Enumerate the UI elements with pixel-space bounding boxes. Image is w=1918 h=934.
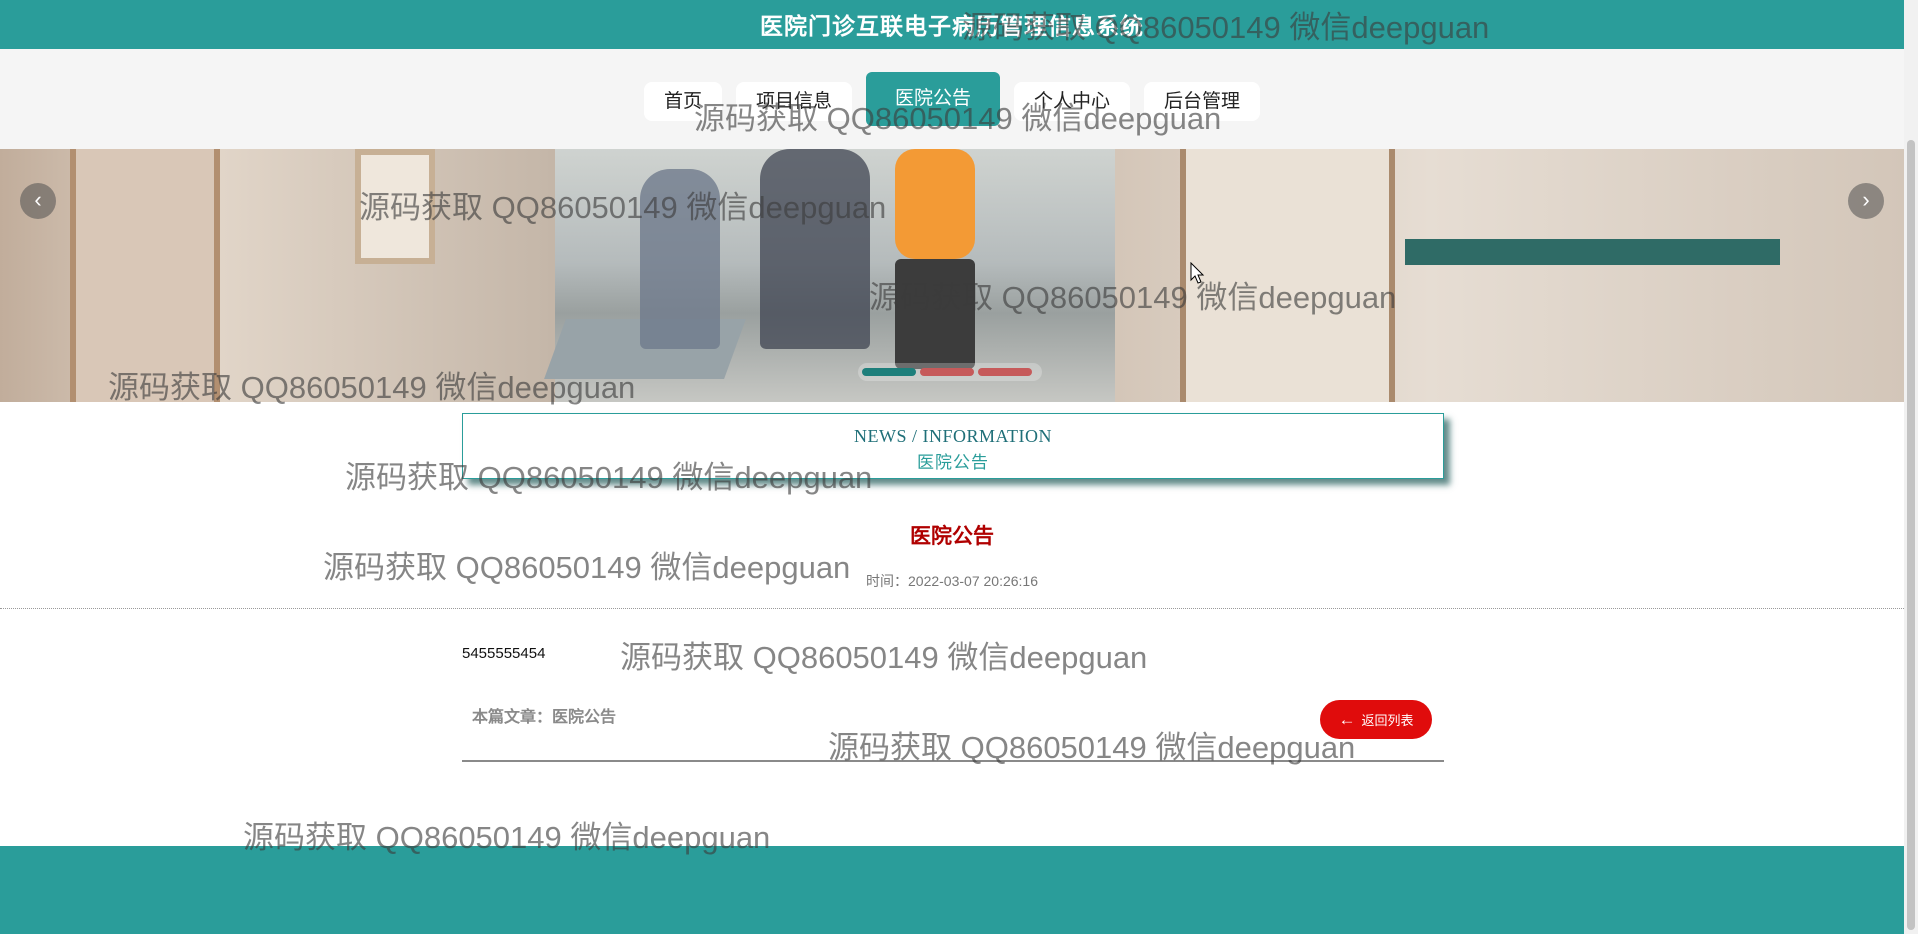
carousel-dot-2[interactable]: [920, 368, 974, 376]
nav-personal-center[interactable]: 个人中心: [1014, 82, 1131, 121]
vertical-scrollbar[interactable]: [1904, 0, 1918, 934]
carousel-dot-1[interactable]: [862, 368, 916, 376]
mouse-cursor-icon: [1190, 262, 1205, 284]
article-title: 医院公告: [910, 525, 994, 548]
page-footer: [0, 846, 1904, 934]
nav-home[interactable]: 首页: [643, 82, 722, 121]
banner-image-door: [1180, 149, 1395, 402]
banner-image-person: [760, 149, 870, 349]
carousel-indicators: [862, 368, 1032, 376]
section-chinese-title: 医院公告: [917, 453, 989, 472]
arrow-left-icon: ←: [1338, 710, 1356, 729]
chevron-left-icon[interactable]: ‹: [20, 183, 56, 219]
site-title: 医院门诊互联电子病历管理信息系统: [760, 12, 1144, 39]
scrollbar-thumb[interactable]: [1907, 140, 1915, 930]
watermark: 源码获取 QQ86050149 微信deepguan: [620, 640, 1148, 675]
back-to-list-label: 返回列表: [1361, 713, 1414, 728]
main-nav: 首页 项目信息 医院公告 个人中心 后台管理: [0, 72, 1904, 126]
divider: [462, 760, 1444, 762]
banner-image-window: [355, 149, 435, 264]
article-footer-label: 本篇文章：医院公告: [472, 709, 617, 726]
banner-image-person: [895, 259, 975, 369]
divider: [0, 608, 1904, 609]
banner-carousel: ‹ ›: [0, 149, 1904, 402]
article-time: 时间：2022-03-07 20:26:16: [866, 573, 1038, 589]
banner-image-door: [70, 149, 220, 402]
chevron-right-icon[interactable]: ›: [1848, 183, 1884, 219]
nav-announcements[interactable]: 医院公告: [865, 72, 1000, 126]
article-body: 5455555454: [462, 645, 546, 662]
page: 医院门诊互联电子病历管理信息系统 首页 项目信息 医院公告 个人中心 后台管理 …: [0, 0, 1918, 934]
banner-image-person: [640, 169, 720, 349]
top-header: 医院门诊互联电子病历管理信息系统: [0, 0, 1904, 49]
banner-image-person: [895, 149, 975, 259]
section-english-title: NEWS / INFORMATION: [854, 426, 1052, 446]
back-to-list-button[interactable]: ← 返回列表: [1320, 700, 1432, 739]
banner-image-stripe: [1405, 239, 1780, 265]
section-title-box: NEWS / INFORMATION 医院公告: [462, 413, 1444, 479]
carousel-dot-3[interactable]: [978, 368, 1032, 376]
nav-admin[interactable]: 后台管理: [1144, 82, 1261, 121]
nav-projects[interactable]: 项目信息: [735, 82, 852, 121]
